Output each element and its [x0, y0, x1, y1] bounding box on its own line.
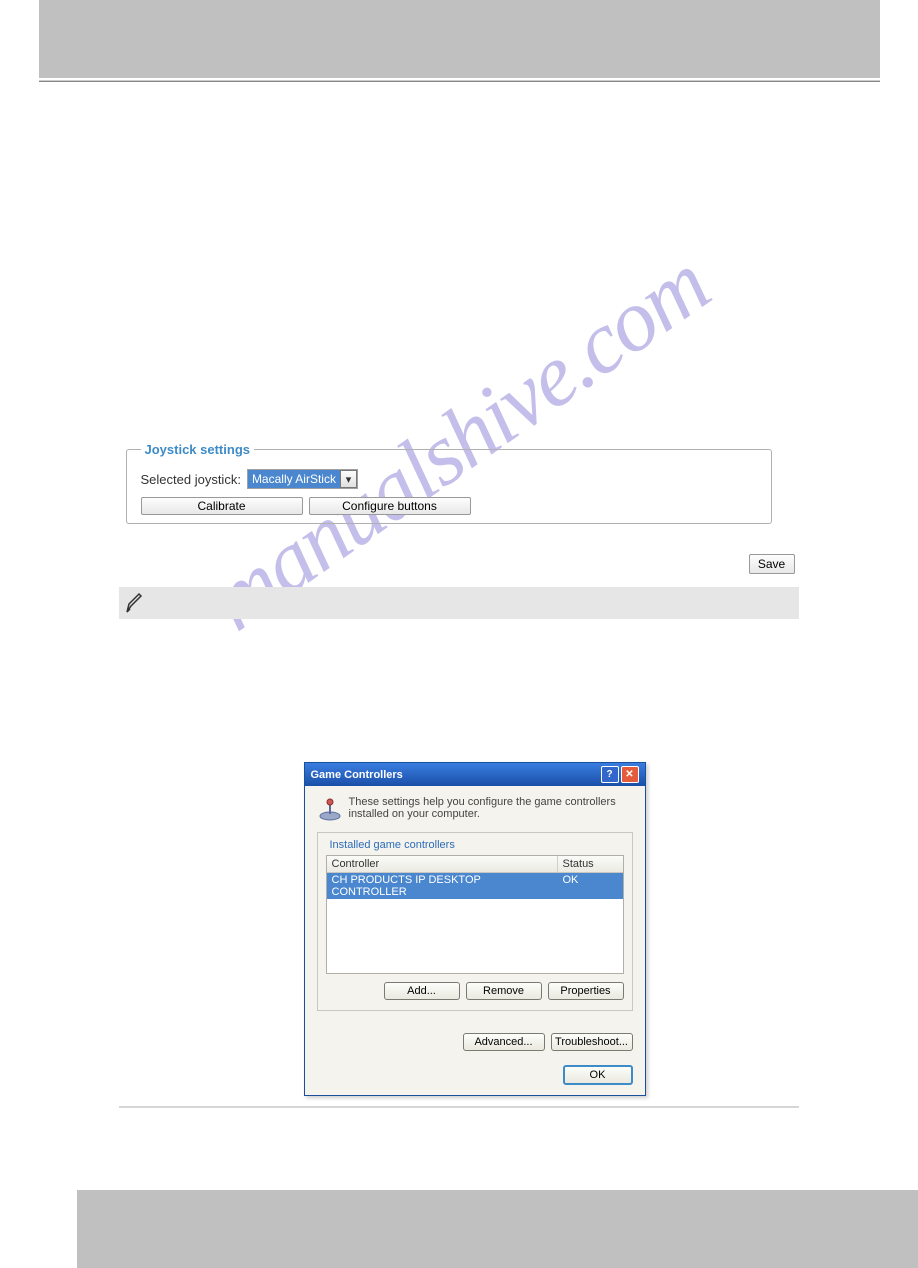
- ok-button[interactable]: OK: [563, 1065, 633, 1085]
- selected-joystick-value: Macally AirStick: [248, 470, 340, 488]
- joystick-settings-legend: Joystick settings: [141, 442, 255, 457]
- note-bar: [119, 587, 799, 619]
- dialog-middle-buttons: Advanced... Troubleshoot...: [305, 1033, 633, 1051]
- configure-buttons-button[interactable]: Configure buttons: [309, 497, 471, 515]
- joystick-icon: [317, 796, 343, 822]
- joystick-settings-group: Joystick settings Selected joystick: Mac…: [126, 442, 772, 524]
- table-row[interactable]: CH PRODUCTS IP DESKTOP CONTROLLER OK: [327, 873, 623, 899]
- table-empty-area: [327, 899, 623, 973]
- installed-controllers-title: Installed game controllers: [326, 839, 459, 851]
- calibrate-button[interactable]: Calibrate: [141, 497, 303, 515]
- joystick-buttons-row: Calibrate Configure buttons: [141, 497, 761, 515]
- controllers-table: Controller Status CH PRODUCTS IP DESKTOP…: [326, 855, 624, 974]
- selected-joystick-label: Selected joystick:: [141, 472, 241, 487]
- selected-joystick-dropdown[interactable]: Macally AirStick ▾: [247, 469, 358, 489]
- dialog-body: These settings help you configure the ga…: [305, 786, 645, 1021]
- help-icon[interactable]: ?: [601, 766, 619, 783]
- close-icon[interactable]: ✕: [621, 766, 639, 783]
- pencil-icon: [123, 590, 145, 616]
- dialog-description-row: These settings help you configure the ga…: [317, 796, 633, 822]
- save-button[interactable]: Save: [749, 554, 795, 574]
- advanced-button[interactable]: Advanced...: [463, 1033, 545, 1051]
- titlebar-buttons: ? ✕: [601, 766, 639, 783]
- group-buttons: Add... Remove Properties: [326, 982, 624, 1000]
- col-status[interactable]: Status: [558, 856, 623, 872]
- controller-status: OK: [558, 873, 623, 899]
- header-bar: [39, 0, 880, 78]
- selected-joystick-row: Selected joystick: Macally AirStick ▾: [141, 469, 761, 489]
- remove-button[interactable]: Remove: [466, 982, 542, 1000]
- chevron-down-icon[interactable]: ▾: [340, 470, 357, 488]
- dialog-titlebar[interactable]: Game Controllers ? ✕: [305, 763, 645, 786]
- content-rule: [119, 1106, 799, 1108]
- game-controllers-dialog: Game Controllers ? ✕ These settings help…: [304, 762, 646, 1096]
- installed-controllers-group: Installed game controllers Controller St…: [317, 832, 633, 1011]
- table-header: Controller Status: [327, 856, 623, 873]
- properties-button[interactable]: Properties: [548, 982, 624, 1000]
- dialog-description: These settings help you configure the ga…: [349, 796, 633, 820]
- footer-bar: [77, 1190, 918, 1268]
- dialog-title: Game Controllers: [311, 769, 403, 781]
- add-button[interactable]: Add...: [384, 982, 460, 1000]
- dialog-ok-row: OK: [305, 1065, 633, 1085]
- header-rule: [39, 80, 880, 82]
- controller-name: CH PRODUCTS IP DESKTOP CONTROLLER: [327, 873, 558, 899]
- col-controller[interactable]: Controller: [327, 856, 558, 872]
- troubleshoot-button[interactable]: Troubleshoot...: [551, 1033, 633, 1051]
